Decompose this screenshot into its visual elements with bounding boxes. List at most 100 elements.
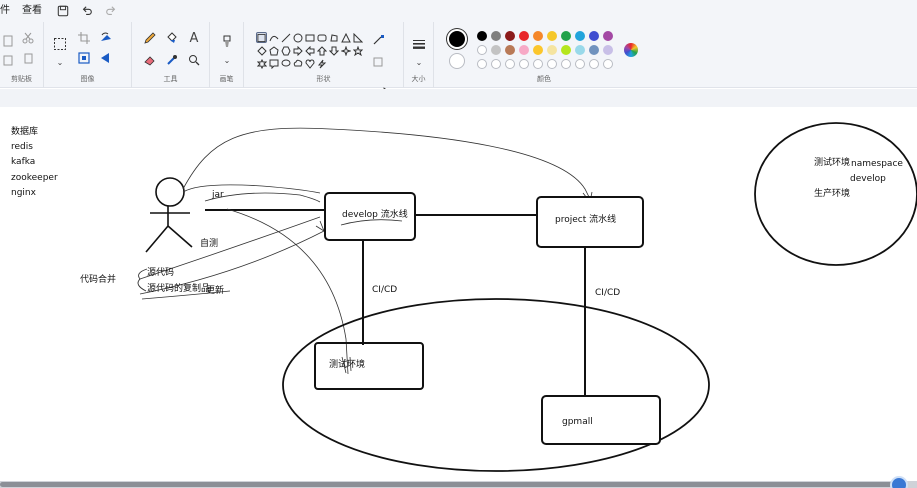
menu-file[interactable]: 件 [0, 0, 16, 22]
shape-star-five-icon[interactable] [352, 45, 363, 56]
canvas-workspace[interactable]: 数据库 redis kafka zookeeper nginx jar 自测 代… [0, 89, 917, 481]
left-list-item-nginx: nginx [11, 188, 36, 198]
text-tool-icon[interactable]: A [186, 30, 202, 46]
crop-icon[interactable] [76, 30, 92, 46]
shape-rect-select-icon[interactable] [256, 32, 267, 43]
shape-circle-icon[interactable] [292, 32, 303, 43]
horizontal-scrollbar[interactable] [0, 481, 917, 488]
shape-callout-oval-icon[interactable] [280, 58, 291, 69]
shape-star-six-icon[interactable] [256, 58, 267, 69]
test-env-label: 测试环境 [329, 360, 366, 370]
custom-color-slot[interactable] [533, 59, 543, 69]
palette-swatch[interactable] [477, 31, 487, 41]
scrollbar-thumb[interactable] [0, 482, 905, 487]
paste-dropdown-icon[interactable] [0, 52, 16, 68]
shapes-label: 形状 [316, 75, 331, 83]
custom-color-slot[interactable] [519, 59, 529, 69]
colors-group: 颜色 [434, 22, 654, 88]
palette-swatch[interactable] [589, 45, 599, 55]
palette-swatch[interactable] [519, 31, 529, 41]
shape-pentagon-icon[interactable] [268, 45, 279, 56]
gpmall-box [541, 395, 661, 445]
select-icon[interactable] [52, 36, 68, 52]
size-dropdown-icon[interactable]: ⌄ [411, 54, 427, 70]
eraser-icon[interactable] [142, 52, 158, 68]
flip-icon[interactable] [98, 50, 114, 66]
save-icon[interactable] [54, 2, 72, 20]
palette-swatch[interactable] [491, 45, 501, 55]
size-label: 大小 [411, 75, 426, 83]
shape-diamond-icon[interactable] [256, 45, 267, 56]
palette-swatch[interactable] [589, 31, 599, 41]
palette-swatch[interactable] [477, 45, 487, 55]
shape-arrow-down-icon[interactable] [328, 45, 339, 56]
shape-triangle-icon[interactable] [340, 32, 351, 43]
fill-shape-icon[interactable] [371, 54, 387, 70]
magnifier-icon[interactable] [186, 52, 202, 68]
shape-arrow-up-icon[interactable] [316, 45, 327, 56]
size-icon[interactable] [411, 36, 427, 52]
pencil-icon[interactable] [142, 30, 158, 46]
palette-swatch[interactable] [547, 45, 557, 55]
rotate-icon[interactable] [98, 30, 114, 46]
resize-icon[interactable] [76, 50, 92, 66]
paste-icon[interactable] [0, 32, 16, 48]
palette-swatch[interactable] [575, 45, 585, 55]
cicd-left-label: CI/CD [372, 285, 398, 295]
custom-color-slot[interactable] [561, 59, 571, 69]
palette-swatch[interactable] [519, 45, 529, 55]
custom-color-slot[interactable] [491, 59, 501, 69]
custom-color-slot[interactable] [505, 59, 515, 69]
shape-callout-cloud-icon[interactable] [292, 58, 303, 69]
palette-swatch[interactable] [505, 31, 515, 41]
shape-arrow-right-icon[interactable] [292, 45, 303, 56]
copy-icon[interactable] [20, 50, 36, 66]
custom-color-slot[interactable] [547, 59, 557, 69]
palette-swatch[interactable] [575, 31, 585, 41]
palette-swatch[interactable] [505, 45, 515, 55]
cicd-right-label: CI/CD [595, 288, 621, 298]
shape-lightning-icon[interactable] [316, 58, 327, 69]
develop-pipeline-label: develop 流水线 [342, 210, 408, 220]
select-dropdown-icon[interactable]: ⌄ [52, 54, 68, 70]
brush-icon[interactable] [219, 34, 235, 50]
secondary-color[interactable] [449, 53, 465, 69]
shape-hexagon-icon[interactable] [280, 45, 291, 56]
custom-color-slot[interactable] [603, 59, 613, 69]
palette-swatch[interactable] [491, 31, 501, 41]
shape-heart-icon[interactable] [304, 58, 315, 69]
palette-swatch[interactable] [603, 31, 613, 41]
palette-swatch[interactable] [561, 31, 571, 41]
custom-color-slot[interactable] [477, 59, 487, 69]
shape-rectangle-icon[interactable] [304, 32, 315, 43]
shape-right-triangle-icon[interactable] [352, 32, 363, 43]
shape-line-icon[interactable] [280, 32, 291, 43]
shape-polygon-icon[interactable] [328, 32, 339, 43]
shape-star-four-icon[interactable] [340, 45, 351, 56]
primary-color[interactable] [449, 31, 465, 47]
shape-curve-icon[interactable] [268, 32, 279, 43]
custom-color-slot[interactable] [589, 59, 599, 69]
brush-dropdown-icon[interactable]: ⌄ [219, 52, 235, 68]
menu-view[interactable]: 查看 [16, 0, 48, 22]
shape-callout-rect-icon[interactable] [268, 58, 279, 69]
palette-swatch[interactable] [533, 31, 543, 41]
shape-round-rect-icon[interactable] [316, 32, 327, 43]
shape-arrow-left-icon[interactable] [304, 45, 315, 56]
palette-swatch[interactable] [603, 45, 613, 55]
redo-icon[interactable] [102, 2, 120, 20]
palette-swatch[interactable] [547, 31, 557, 41]
floating-action-icon[interactable] [890, 476, 908, 488]
cut-icon[interactable] [20, 30, 36, 46]
palette-swatch[interactable] [533, 45, 543, 55]
size-group: ⌄ 大小 [404, 22, 434, 88]
palette-swatch[interactable] [561, 45, 571, 55]
undo-icon[interactable] [78, 2, 96, 20]
brush-label: 画笔 [219, 75, 234, 83]
custom-color-slot[interactable] [575, 59, 585, 69]
jar-label: jar [212, 190, 224, 200]
color-picker-icon[interactable] [164, 52, 180, 68]
outline-icon[interactable] [371, 32, 387, 48]
fill-icon[interactable] [164, 30, 180, 46]
edit-colors-icon[interactable] [624, 43, 638, 57]
